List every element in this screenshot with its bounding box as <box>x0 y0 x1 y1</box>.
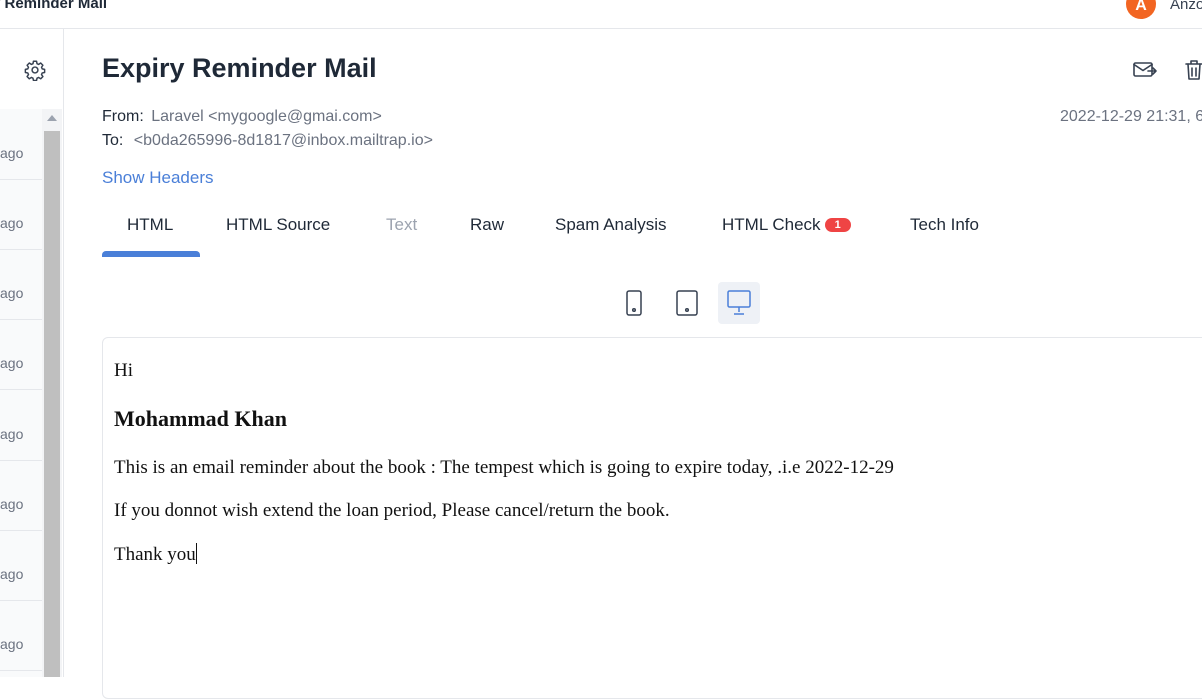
tab-tech-info[interactable]: Tech Info <box>910 215 979 235</box>
tab-raw[interactable]: Raw <box>470 215 504 235</box>
text-cursor <box>195 543 197 564</box>
list-item[interactable]: ago <box>0 460 42 531</box>
from-value: Laravel <mygoogle@gmai.com> <box>151 108 382 125</box>
list-item[interactable]: ago <box>0 390 42 461</box>
forward-mail-icon[interactable] <box>1132 59 1158 81</box>
from-row: From: Laravel <mygoogle@gmai.com> <box>102 108 382 126</box>
user-name[interactable]: Anzo <box>1170 0 1202 13</box>
body-paragraph: If you donnot wish extend the loan perio… <box>114 500 670 521</box>
list-item[interactable]: ago <box>0 179 42 250</box>
desktop-icon <box>727 290 751 315</box>
message-date: 2022-12-29 21:31, 6 <box>1060 108 1202 125</box>
tablet-icon <box>676 290 698 316</box>
scrollbar-thumb[interactable] <box>44 131 60 677</box>
list-item[interactable]: ago <box>0 530 42 601</box>
list-item-time: ago <box>0 496 24 512</box>
html-preview-frame: Hi Mohammad Khan This is an email remind… <box>102 337 1202 699</box>
list-item-time: ago <box>0 566 24 582</box>
list-item-time: ago <box>0 215 24 231</box>
sidebar: ago ago ago ago ago ago ago ago <box>0 29 64 677</box>
mobile-view-button[interactable] <box>613 282 655 324</box>
list-item[interactable]: ago <box>0 319 42 390</box>
list-item[interactable]: ago <box>0 109 42 180</box>
to-label: To: <box>102 132 124 149</box>
tablet-view-button[interactable] <box>666 282 708 324</box>
tab-html-check[interactable]: HTML Check 1 <box>722 215 851 235</box>
to-row: To: <b0da265996-8d1817@inbox.mailtrap.io… <box>102 132 433 150</box>
gear-icon[interactable] <box>24 59 46 82</box>
mobile-icon <box>626 290 642 316</box>
body-paragraph: This is an email reminder about the book… <box>114 457 894 478</box>
scroll-up-arrow-icon[interactable] <box>47 115 57 121</box>
from-label: From: <box>102 108 144 125</box>
list-item[interactable]: ago <box>0 600 42 671</box>
list-item[interactable]: ago <box>0 249 42 320</box>
tab-html-source[interactable]: HTML Source <box>226 215 330 235</box>
desktop-view-button[interactable] <box>718 282 760 324</box>
recipient-name: Mohammad Khan <box>114 406 287 431</box>
message-list: ago ago ago ago ago ago ago ago <box>0 109 42 677</box>
trash-icon[interactable] <box>1183 58 1202 82</box>
tab-spam-analysis[interactable]: Spam Analysis <box>555 215 667 235</box>
tab-text[interactable]: Text <box>386 215 417 235</box>
list-item-time: ago <box>0 426 24 442</box>
window-title: y Reminder Mail <box>0 0 108 12</box>
tab-html[interactable]: HTML <box>127 215 173 235</box>
active-tab-indicator <box>102 251 200 257</box>
top-bar: y Reminder Mail A Anzo <box>0 0 1202 29</box>
list-item-time: ago <box>0 145 24 161</box>
scrollbar[interactable] <box>42 109 62 677</box>
html-check-badge: 1 <box>824 218 851 232</box>
avatar[interactable]: A <box>1126 0 1156 19</box>
greeting-text: Hi <box>114 360 133 381</box>
list-item-time: ago <box>0 636 24 652</box>
closing-text: Thank you <box>114 543 197 565</box>
page-title: Expiry Reminder Mail <box>102 53 377 83</box>
show-headers-link[interactable]: Show Headers <box>102 168 214 188</box>
message-view: Expiry Reminder Mail From: Laravel <mygo… <box>64 29 1202 699</box>
to-value: <b0da265996-8d1817@inbox.mailtrap.io> <box>133 132 433 149</box>
list-item-time: ago <box>0 355 24 371</box>
list-item-time: ago <box>0 285 24 301</box>
tab-bar: HTML HTML Source Text Raw Spam Analysis … <box>102 215 1202 258</box>
